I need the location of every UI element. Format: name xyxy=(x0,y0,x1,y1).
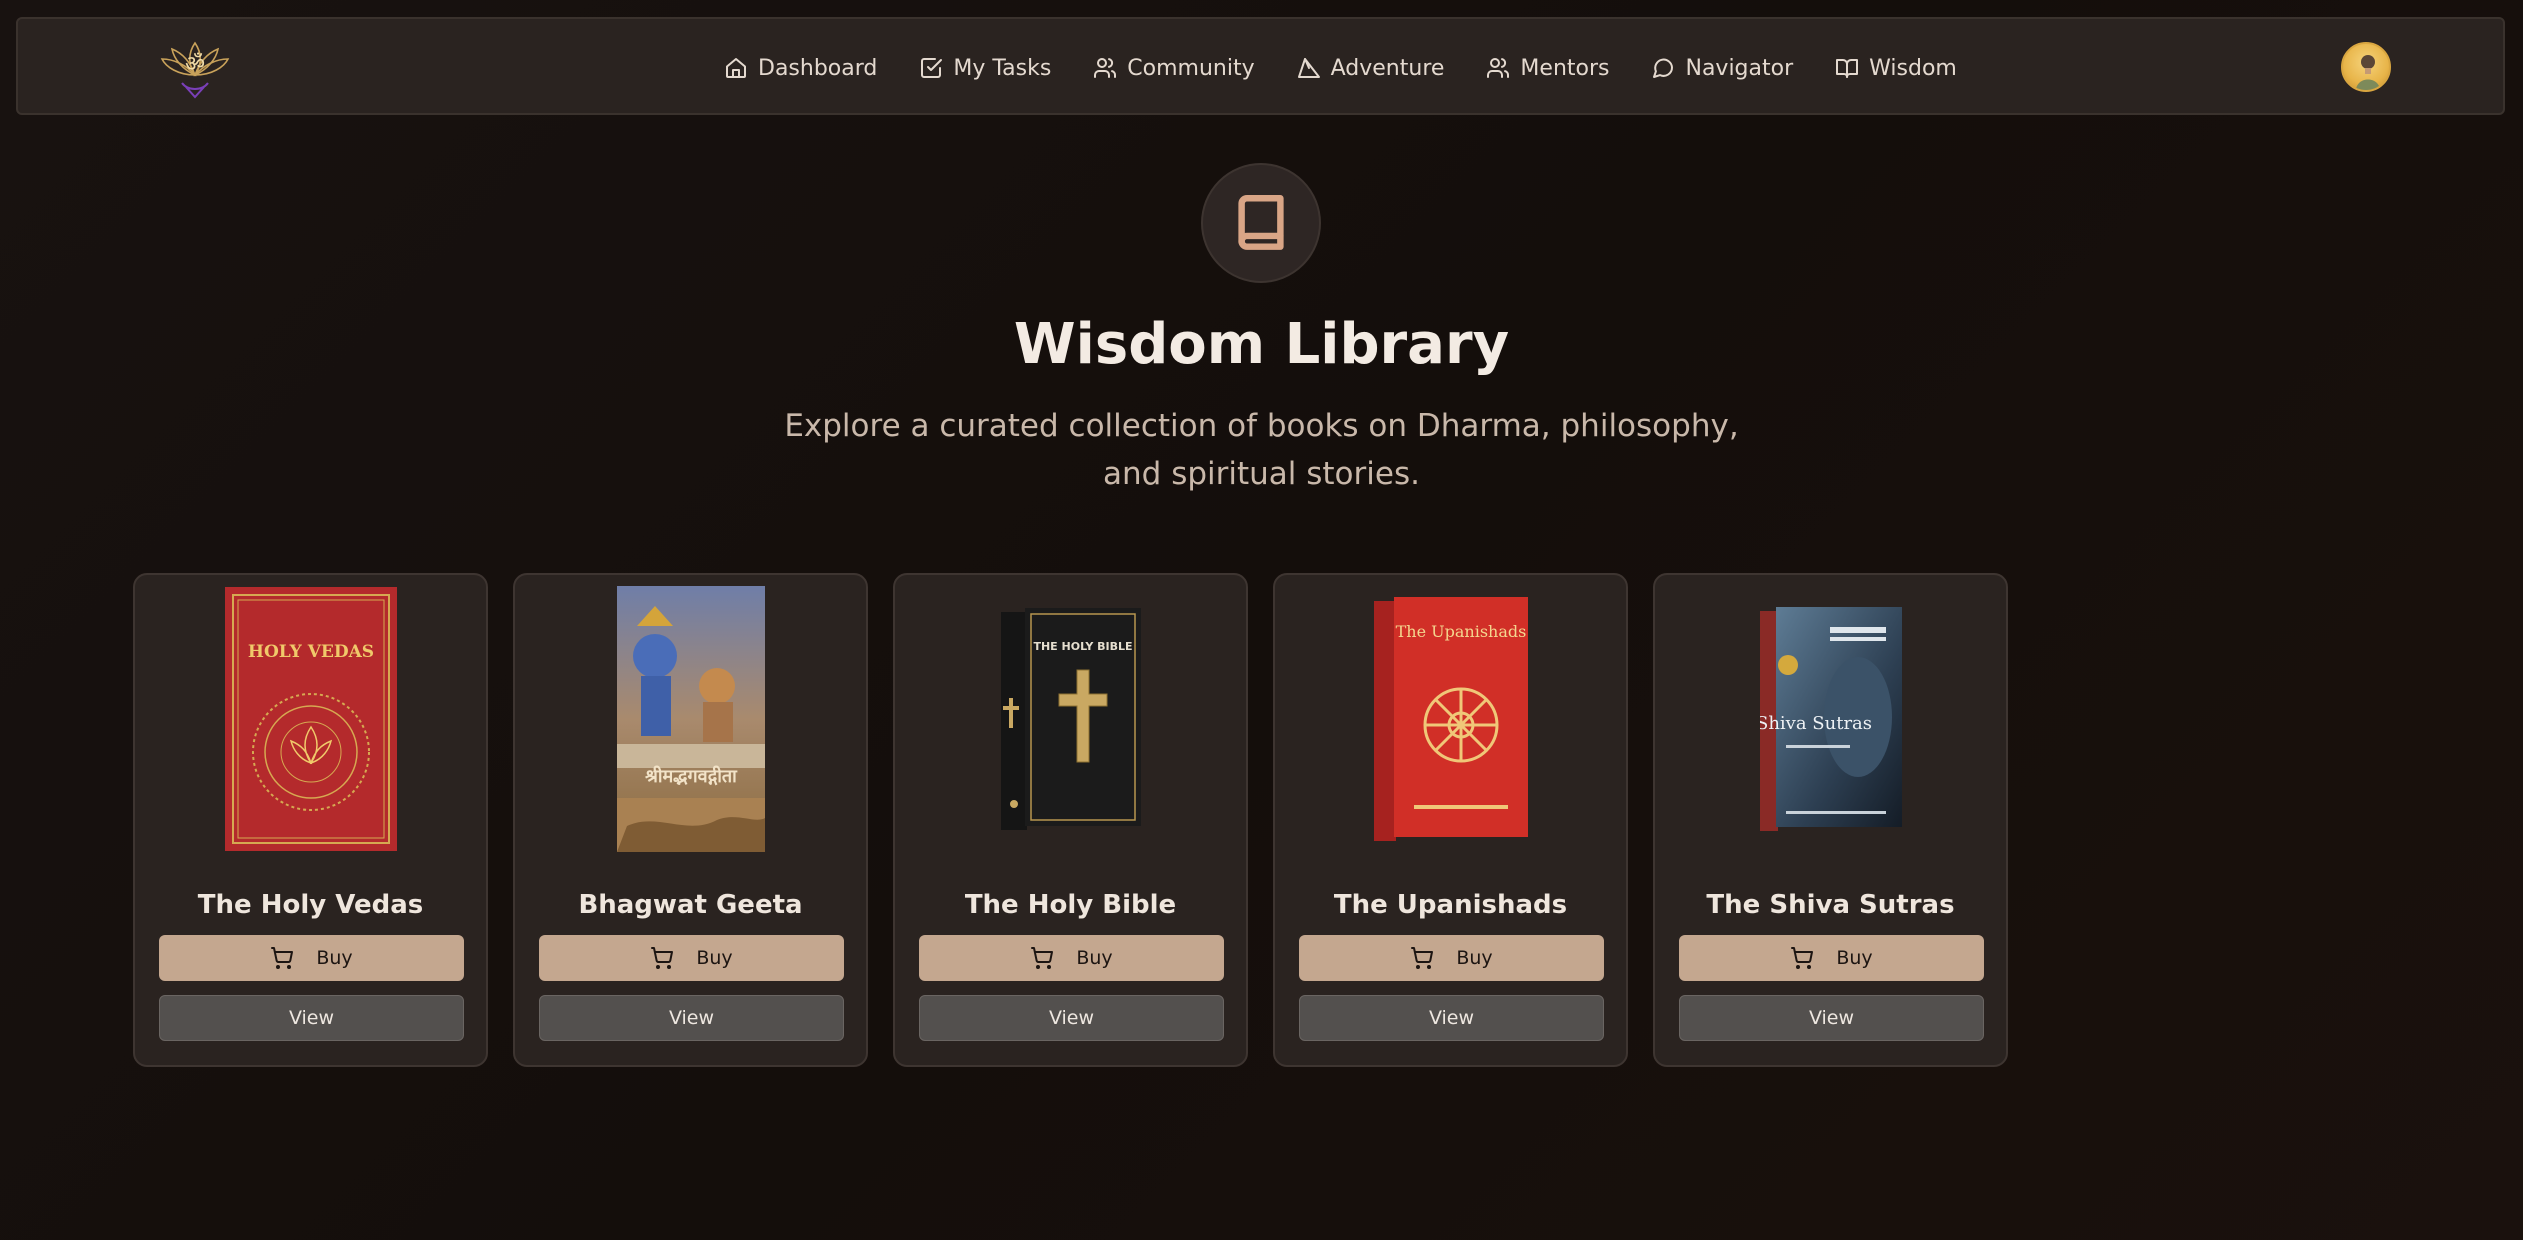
nav-item-label: Adventure xyxy=(1330,55,1445,81)
nav-item-navigator[interactable]: Navigator xyxy=(1651,56,1793,81)
checkbox-icon xyxy=(921,58,943,78)
book-grid: HOLY VEDAS The Holy Vedas Buy View श्रीम… xyxy=(133,573,2008,1067)
shiva-sutras-cover[interactable]: Shiva Sutras xyxy=(1759,607,1902,831)
upanishads-cover[interactable]: The Upanishads xyxy=(1373,597,1528,841)
shopping-cart-icon xyxy=(651,947,674,969)
book-cover-wrap: HOLY VEDAS xyxy=(135,585,486,853)
buy-button[interactable]: Buy xyxy=(1299,935,1604,981)
view-button[interactable]: View xyxy=(1299,995,1604,1041)
nav-item-label: Navigator xyxy=(1685,55,1794,81)
hero-book-icon-circle xyxy=(1201,163,1321,283)
book-card: The Upanishads The Upanishads Buy View xyxy=(1273,573,1628,1067)
buy-label: Buy xyxy=(1456,947,1493,969)
book-title: The Holy Vedas xyxy=(197,890,424,920)
book-title: The Shiva Sutras xyxy=(1706,890,1955,920)
cover-title: श्रीमद्भगवद्गीता xyxy=(645,765,738,787)
book-icon xyxy=(1238,195,1284,250)
view-button[interactable]: View xyxy=(919,995,1224,1041)
book-cover-wrap: The Upanishads xyxy=(1275,585,1626,853)
book-title: The Holy Bible xyxy=(964,890,1177,920)
mountain-icon xyxy=(1297,58,1320,78)
nav-item-label: My Tasks xyxy=(953,55,1052,81)
book-cover-wrap: Shiva Sutras xyxy=(1655,585,2006,853)
main-nav: Dashboard My Tasks Community Adventure M… xyxy=(724,19,1999,117)
home-icon xyxy=(726,58,746,78)
nav-item-adventure[interactable]: Adventure xyxy=(1297,55,1445,81)
book-card: श्रीमद्भगवद्गीता Bhagwat Geeta Buy View xyxy=(513,573,868,1067)
nav-item-mentors[interactable]: Mentors xyxy=(1486,56,1609,81)
shopping-cart-icon xyxy=(1411,947,1434,969)
users-icon xyxy=(1487,58,1510,78)
buy-label: Buy xyxy=(696,947,733,969)
nav-item-dashboard[interactable]: Dashboard xyxy=(724,56,877,81)
page-subtitle: Explore a curated collection of books on… xyxy=(784,408,1739,492)
message-circle-icon xyxy=(1653,58,1674,78)
user-avatar[interactable] xyxy=(2341,42,2391,92)
book-cover-wrap: THE HOLY BIBLE xyxy=(895,585,1246,853)
view-button[interactable]: View xyxy=(159,995,464,1041)
om-lotus-icon: ॐ xyxy=(160,41,230,99)
nav-item-label: Dashboard xyxy=(758,55,878,81)
buy-button[interactable]: Buy xyxy=(1679,935,1984,981)
cover-title: Shiva Sutras xyxy=(1760,713,1872,734)
view-button[interactable]: View xyxy=(539,995,844,1041)
nav-item-label: Wisdom xyxy=(1869,55,1957,81)
book-title: Bhagwat Geeta xyxy=(578,890,803,920)
top-navbar: ॐ Dashboard My Tasks Community Adventure… xyxy=(16,17,2505,115)
book-card: HOLY VEDAS The Holy Vedas Buy View xyxy=(133,573,488,1067)
cover-title: THE HOLY BIBLE xyxy=(1033,640,1132,653)
nav-item-wisdom[interactable]: Wisdom xyxy=(1835,56,1957,81)
buy-button[interactable]: Buy xyxy=(919,935,1224,981)
book-open-icon xyxy=(1836,59,1859,78)
buy-button[interactable]: Buy xyxy=(539,935,844,981)
page-title: Wisdom Library xyxy=(1013,312,1510,377)
shopping-cart-icon xyxy=(1031,947,1054,969)
avatar-image xyxy=(2356,55,2380,90)
buy-label: Buy xyxy=(316,947,353,969)
nav-item-community[interactable]: Community xyxy=(1093,55,1255,81)
om-lotus-logo[interactable]: ॐ xyxy=(160,35,230,103)
nav-item-my-tasks[interactable]: My Tasks xyxy=(919,56,1051,81)
shopping-cart-icon xyxy=(1791,947,1814,969)
shopping-cart-icon xyxy=(271,947,294,969)
nav-item-label: Community xyxy=(1127,55,1255,81)
buy-label: Buy xyxy=(1076,947,1113,969)
holy-bible-cover[interactable]: THE HOLY BIBLE xyxy=(1000,608,1141,830)
book-card: Shiva Sutras The Shiva Sutras Buy View xyxy=(1653,573,2008,1067)
cover-title: The Upanishads xyxy=(1395,622,1526,641)
buy-button[interactable]: Buy xyxy=(159,935,464,981)
cover-title: HOLY VEDAS xyxy=(247,642,373,662)
holy-vedas-cover[interactable]: HOLY VEDAS xyxy=(224,587,397,851)
bhagwat-geeta-cover[interactable]: श्रीमद्भगवद्गीता xyxy=(616,586,765,852)
users-icon xyxy=(1094,58,1117,78)
book-cover-wrap: श्रीमद्भगवद्गीता xyxy=(515,585,866,853)
svg-text:ॐ: ॐ xyxy=(185,52,205,77)
book-card: THE HOLY BIBLE The Holy Bible Buy View xyxy=(893,573,1248,1067)
view-button[interactable]: View xyxy=(1679,995,1984,1041)
buy-label: Buy xyxy=(1836,947,1873,969)
nav-item-label: Mentors xyxy=(1520,55,1610,81)
book-title: The Upanishads xyxy=(1333,890,1568,920)
